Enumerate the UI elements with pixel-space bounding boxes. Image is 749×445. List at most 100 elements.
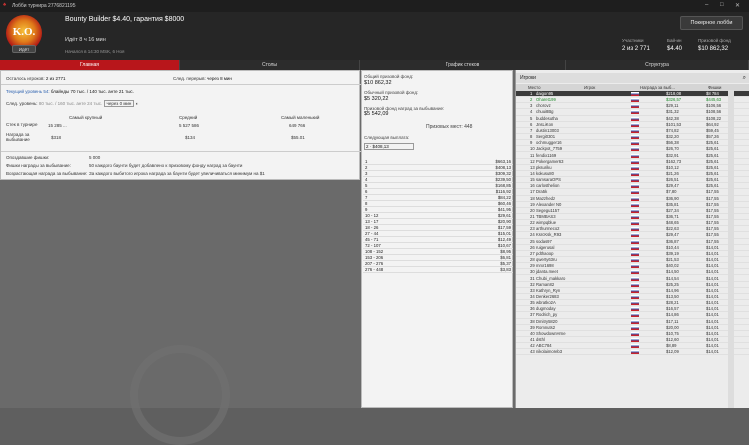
player-name: Segegu1157 [536,207,560,213]
player-chips: $14,01 [706,269,719,275]
player-chips: $59,45 [706,127,719,133]
flag-icon [631,307,639,312]
col-place[interactable]: Место [528,84,540,91]
player-bounty: $22,63 [666,226,679,232]
flag-icon [631,245,639,250]
bounty-smallest: $55.01 [291,135,305,140]
player-chips: $14,01 [706,337,719,342]
player-place: 31 [530,275,535,281]
paid-places: Призовых мест: 448 [426,124,473,130]
bounty-chips-label: Фишки награды за выбывание: [6,163,71,168]
player-chips: $14,01 [706,349,719,355]
player-place: 5 [530,115,533,121]
flag-icon [631,258,639,263]
close-icon[interactable]: ✕ [735,2,740,9]
search-icon[interactable]: ⌕ [743,73,746,83]
player-bounty: $10,44 [666,244,679,250]
player-name: Rodrich_py [536,312,558,318]
player-chips: $14,01 [706,293,719,299]
prize-label: Призовой фонд [698,38,731,43]
player-place: 41 [530,337,535,342]
player-place: 17 [530,189,535,195]
flag-icon [631,208,639,213]
minimize-icon[interactable]: – [705,2,708,8]
bounty-chips-value: 50 каждого баунти будет добавлено к приз… [89,163,243,168]
player-place: 37 [530,312,535,318]
flag-icon [631,319,639,324]
player-place: 19 [530,201,535,207]
player-bounty: $101,53 [666,121,682,127]
next-level-value: 80 тыс. / 160 тыс. анте 24 тыс. [38,101,103,106]
scrollbar[interactable] [728,90,734,408]
flag-icon [631,276,639,281]
player-bounty: $12,60 [666,337,679,342]
player-bounty: $218,08 [666,91,682,96]
flag-icon [631,110,639,115]
participants-label: Участники [622,38,644,43]
col-bounty[interactable]: Награда за выб... [640,84,675,91]
tab-tables[interactable]: Столы [180,60,360,70]
col-chips[interactable]: Фишки [708,84,721,91]
player-name: pksuriku [536,164,552,170]
next-level-row: След. уровень: 80 тыс. / 160 тыс. анте 2… [6,100,138,107]
player-chips: $14,01 [706,263,719,269]
player-chips: $14,01 [706,330,719,336]
player-bounty: $10,12 [666,164,679,170]
player-chips: $25,61 [706,183,719,189]
flag-icon [631,92,639,96]
player-name: kokusu80 [536,170,554,176]
player-bounty: $12,09 [666,349,679,355]
player-bounty: $14,54 [666,275,679,281]
title-bar: ♠ Лобби турнира 2776821195 – □ ✕ [0,0,749,12]
next-break-label: След. перерыв: [173,76,206,81]
player-name: dustin13003 [536,127,559,133]
maximize-icon[interactable]: □ [720,2,724,8]
player-name: Dra5k [536,189,548,195]
player-chips: $14,01 [706,343,719,349]
tournament-header: K.O. Идёт Bounty Builder $4.40, гарантия… [0,12,749,60]
bounty-label: Награда за выбывание [6,132,30,142]
regular-pool-value: $5 320,22 [364,96,389,102]
start-time: Начался в 14:30 MSK, 6 Ноя [65,49,125,54]
player-name: Jackpot_7759 [536,146,563,152]
level-label: Текущий уровень 54: [6,89,50,94]
player-name: fendix1169 [536,152,557,158]
player-place: 43 [530,349,535,355]
player-place: 2 [530,97,533,103]
flag-icon [631,288,639,293]
player-bounty: $48,65 [666,220,679,226]
player-place: 40 [530,330,535,336]
player-place: 3 [530,103,533,109]
tab-structure[interactable]: Структура [566,60,749,70]
flag-icon [631,270,639,275]
col-player[interactable]: Игрок [584,84,595,91]
player-place: 8 [530,134,533,140]
late-chips-value: 5 000 [89,155,101,160]
stack-header-smallest: Самый маленький [281,115,320,120]
flag-icon [631,98,639,103]
player-name: wbratko2A [536,300,556,306]
tab-stack-chart[interactable]: График стеков [360,60,566,70]
player-name: Raman82 [536,281,555,287]
player-name: KsrcKsk_R93 [536,232,562,238]
next-level-label: След. уровень: [6,101,38,106]
divider [1,84,361,85]
participants-stat: Участники 2 из 2 771 [622,38,650,52]
flag-icon [631,233,639,238]
player-place: 15 [530,177,535,183]
player-row[interactable]: 43 nikolaimoreb3 $12,09 $14,01 [516,349,749,356]
tab-main[interactable]: Главная [0,60,180,70]
poker-lobby-button[interactable]: Покерное лобби [680,16,743,30]
player-bounty: $29,47 [666,232,679,238]
next-payout-label: Следующая выплата: [364,135,410,140]
bounty-largest: $318 [51,135,62,140]
player-chips: $14,01 [706,250,719,256]
late-chips-label: Опоздавшие фишки: [6,155,50,160]
buyin-stat: Бай-ин $4.40 [667,38,682,52]
player-bounty: $14,96 [666,287,679,293]
player-place: 1 [530,91,533,96]
flag-icon [631,178,639,183]
player-place: 25 [530,238,535,244]
player-name: sodas97 [536,238,552,244]
flag-icon [631,313,639,318]
